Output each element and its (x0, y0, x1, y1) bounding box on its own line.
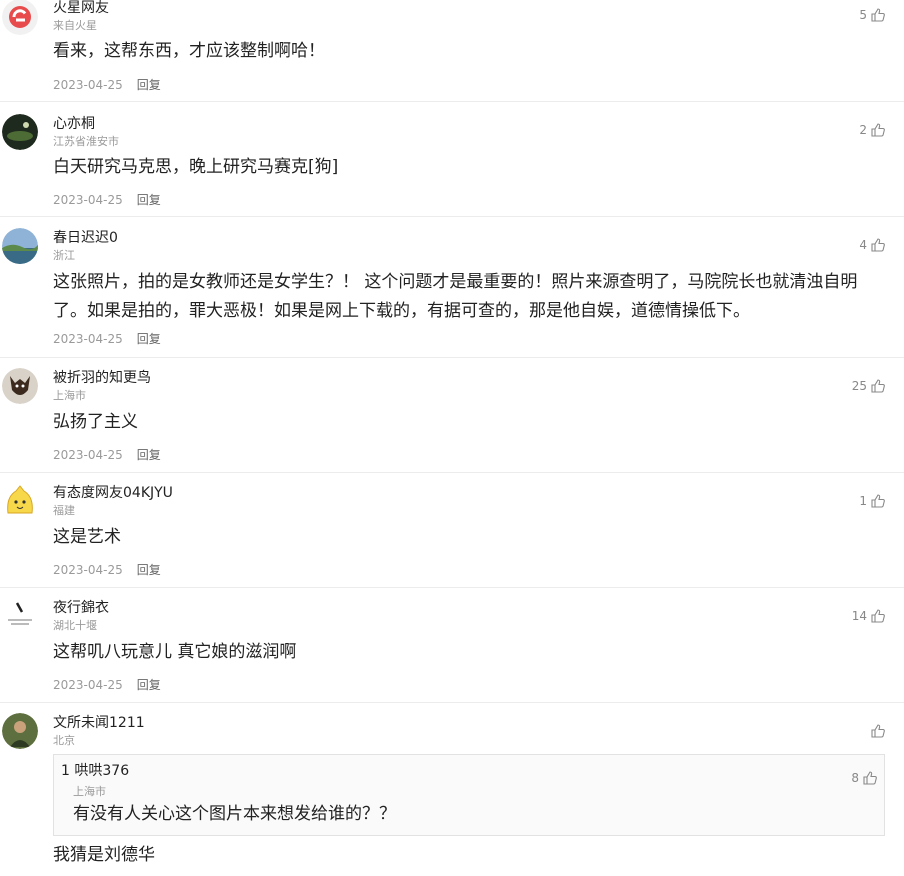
username[interactable]: 被折羽的知更鸟 (53, 370, 151, 386)
quoted-index: 1 (61, 763, 70, 779)
avatar[interactable] (2, 114, 38, 150)
comment-text: 白天研究马克思，晚上研究马赛克[狗] (53, 157, 339, 177)
comment-item: 夜行錦衣 湖北十堰 14 这帮叽八玩意儿 真它娘的滋润啊 2023-04-25 回… (0, 588, 904, 703)
quoted-reply: 1 哄哄376 上海市 8 有没有人关心这个图片本来想发给谁的？？ (53, 754, 885, 836)
quoted-header: 1 哄哄376 (61, 763, 129, 779)
user-location: 浙江 (53, 249, 75, 262)
comment-item: 心亦桐 江苏省淮安市 2 白天研究马克思，晚上研究马赛克[狗] 2023-04-… (0, 102, 904, 217)
avatar[interactable] (2, 228, 38, 264)
thumbs-up-icon (863, 771, 877, 785)
like-button[interactable]: 5 (859, 7, 886, 23)
reply-button[interactable]: 回复 (137, 78, 161, 92)
comment-meta: 2023-04-25 回复 (53, 676, 161, 693)
comment-meta: 2023-04-25 回复 (53, 330, 161, 347)
comment-date: 2023-04-25 (53, 78, 123, 92)
avatar[interactable] (2, 0, 38, 35)
comment-item: 有态度网友04KJYU 福建 1 这是艺术 2023-04-25 回复 (0, 473, 904, 588)
avatar[interactable] (2, 368, 38, 404)
like-button[interactable] (867, 723, 886, 739)
user-location: 湖北十堰 (53, 619, 97, 632)
thumbs-up-icon (871, 609, 885, 623)
comment-meta: 2023-04-25 回复 (53, 76, 161, 93)
comment-text: 这张照片，拍的是女教师还是女学生？！ 这个问题才是最重要的！照片来源查明了，马院… (53, 272, 858, 321)
avatar[interactable] (2, 598, 38, 634)
comment-date: 2023-04-25 (53, 193, 123, 207)
user-location: 江苏省淮安市 (53, 135, 119, 148)
like-count: 2 (859, 123, 867, 137)
comment-text: 这帮叽八玩意儿 真它娘的滋润啊 (53, 642, 297, 662)
like-count: 5 (859, 8, 867, 22)
like-button[interactable]: 2 (859, 122, 886, 138)
like-count: 14 (851, 609, 867, 623)
comment-date: 2023-04-25 (53, 332, 123, 346)
like-count: 1 (859, 494, 867, 508)
comment-item: 春日迟迟0 浙江 4 这张照片，拍的是女教师还是女学生？！ 这个问题才是最重要的… (0, 217, 904, 358)
username[interactable]: 春日迟迟0 (53, 230, 118, 246)
quoted-username[interactable]: 哄哄376 (74, 763, 129, 779)
comment-item: 被折羽的知更鸟 上海市 25 弘扬了主义 2023-04-25 回复 (0, 358, 904, 473)
comment-date: 2023-04-25 (53, 448, 123, 462)
like-button[interactable]: 25 (852, 378, 886, 394)
thumbs-up-icon (871, 8, 885, 22)
like-button[interactable]: 8 (851, 770, 878, 786)
username[interactable]: 有态度网友04KJYU (53, 485, 173, 501)
thumbs-up-icon (871, 238, 885, 252)
thumbs-up-icon (871, 379, 885, 393)
comment-meta: 2023-04-25 回复 (53, 446, 161, 463)
comment-date: 2023-04-25 (53, 678, 123, 692)
user-location: 北京 (53, 734, 75, 747)
username[interactable]: 夜行錦衣 (53, 600, 109, 616)
comment-text: 弘扬了主义 (53, 412, 138, 432)
like-button[interactable]: 14 (852, 608, 886, 624)
username[interactable]: 文所未闻1211 (53, 715, 145, 731)
reply-button[interactable]: 回复 (137, 193, 161, 207)
quoted-location: 上海市 (73, 785, 106, 798)
user-location: 福建 (53, 504, 75, 517)
user-location: 上海市 (53, 389, 86, 402)
avatar[interactable] (2, 713, 38, 749)
comment-item: 火星网友 来自火星 5 看来，这帮东西，才应该整制啊哈！ 2023-04-25 回… (0, 0, 904, 102)
user-location: 来自火星 (53, 19, 97, 32)
avatar[interactable] (2, 483, 38, 519)
like-button[interactable]: 1 (859, 493, 886, 509)
reply-button[interactable]: 回复 (137, 563, 161, 577)
like-button[interactable]: 4 (859, 237, 886, 253)
comment-date: 2023-04-25 (53, 563, 123, 577)
comment-meta: 2023-04-25 回复 (53, 191, 161, 208)
reply-button[interactable]: 回复 (137, 678, 161, 692)
like-count: 4 (859, 238, 867, 252)
username[interactable]: 心亦桐 (53, 116, 95, 132)
quoted-text: 有没有人关心这个图片本来想发给谁的？？ (73, 804, 396, 824)
reply-button[interactable]: 回复 (137, 332, 161, 346)
username[interactable]: 火星网友 (53, 0, 109, 16)
comment-meta: 2023-04-25 回复 (53, 561, 161, 578)
like-count: 8 (851, 771, 859, 785)
thumbs-up-icon (871, 724, 885, 738)
comment-text: 这是艺术 (53, 527, 121, 547)
like-count: 25 (851, 379, 867, 393)
thumbs-up-icon (871, 123, 885, 137)
comment-text: 我猜是刘德华 (53, 845, 155, 865)
thumbs-up-icon (871, 494, 885, 508)
comment-text: 看来，这帮东西，才应该整制啊哈！ (53, 41, 325, 61)
reply-button[interactable]: 回复 (137, 448, 161, 462)
